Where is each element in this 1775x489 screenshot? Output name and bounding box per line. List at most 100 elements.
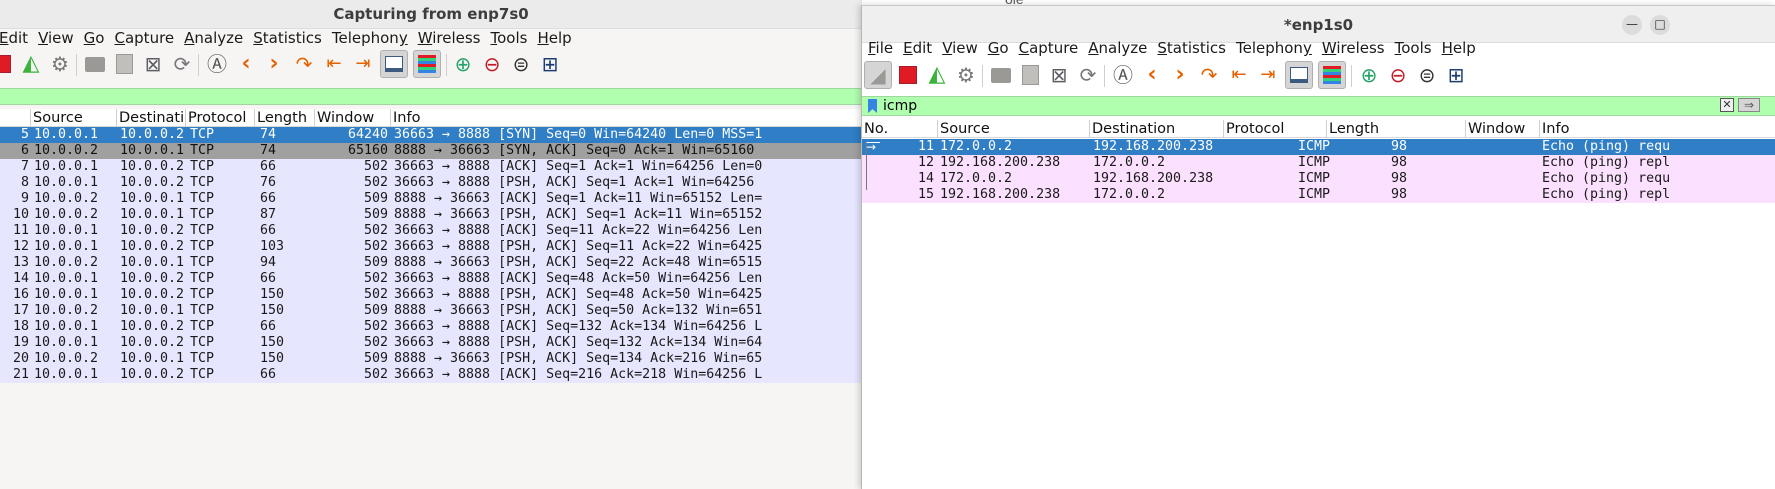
auto-scroll-toggle[interactable] <box>380 50 408 78</box>
first-packet-button[interactable]: ⇤ <box>322 52 346 76</box>
column-header-no[interactable]: No. <box>862 120 938 138</box>
packet-row[interactable]: 12 10.0.0.1 10.0.0.2 TCP 103 502 36663 → 8888 … <box>0 239 862 255</box>
go-forward-button[interactable]: › <box>262 52 286 76</box>
packet-row[interactable]: 16 10.0.0.1 10.0.0.2 TCP 150 502 36663 → 8888 … <box>0 287 862 303</box>
display-filter-input[interactable] <box>883 97 1623 115</box>
column-header-window[interactable]: Window <box>1466 120 1540 138</box>
maximize-button[interactable]: □ <box>1650 15 1670 35</box>
reload-file-button[interactable]: ⟳ <box>1076 63 1100 87</box>
menu-item[interactable]: Capture <box>114 29 184 48</box>
go-to-packet-button[interactable]: ↷ <box>1197 63 1221 87</box>
reload-file-button[interactable]: ⟳ <box>170 52 194 76</box>
packet-row[interactable]: 17 10.0.0.2 10.0.0.1 TCP 150 509 8888 → 36663 … <box>0 303 862 319</box>
menu-item[interactable]: Tools <box>490 29 537 48</box>
last-packet-button[interactable]: ⇥ <box>1256 63 1280 87</box>
colorize-toggle[interactable] <box>1318 61 1346 89</box>
packet-row[interactable]: 15 192.168.200.238 172.0.0.2 ICMP 98 Echo (pi… <box>862 187 1775 203</box>
menu-item[interactable]: Analyze <box>184 29 253 48</box>
go-back-button[interactable]: ‹ <box>1140 63 1164 87</box>
save-file-button[interactable] <box>1018 63 1042 87</box>
menu-item[interactable]: Telephony <box>1236 39 1322 58</box>
zoom-in-button[interactable]: ⊕ <box>1357 63 1381 87</box>
go-forward-button[interactable]: › <box>1168 63 1192 87</box>
menu-item[interactable]: Help <box>537 29 581 48</box>
column-header-no[interactable] <box>0 109 31 127</box>
menu-item[interactable]: Edit <box>903 39 942 58</box>
menu-item[interactable]: Go <box>988 39 1019 58</box>
packet-row[interactable]: 12 192.168.200.238 172.0.0.2 ICMP 98 Echo (pi… <box>862 155 1775 171</box>
auto-scroll-toggle[interactable] <box>1285 61 1313 89</box>
column-header-length[interactable]: Length <box>1327 120 1466 138</box>
column-header-destination[interactable]: Destination <box>117 109 186 127</box>
bookmark-icon[interactable] <box>868 99 877 113</box>
packet-row[interactable]: 10 10.0.0.2 10.0.0.1 TCP 87 509 8888 → 36663 [… <box>0 207 862 223</box>
restart-capture-button[interactable]: ◭ <box>19 52 43 76</box>
packet-row[interactable]: 18 10.0.0.1 10.0.0.2 TCP 66 502 36663 → 8888 [… <box>0 319 862 335</box>
column-header-info[interactable]: Info <box>391 109 862 127</box>
resize-columns-button[interactable]: ⊞ <box>1444 63 1468 87</box>
menu-item[interactable]: Tools <box>1395 39 1442 58</box>
close-file-button[interactable]: ⊠ <box>1047 63 1071 87</box>
capture-options-button[interactable]: ⚙ <box>48 52 72 76</box>
menu-item[interactable]: Go <box>84 29 115 48</box>
go-to-packet-button[interactable]: ↷ <box>292 52 316 76</box>
packet-row[interactable]: 7 10.0.0.1 10.0.0.2 TCP 66 502 36663 → 8888 [A… <box>0 159 862 175</box>
packet-row[interactable]: 8 10.0.0.1 10.0.0.2 TCP 76 502 36663 → 8888 [P… <box>0 175 862 191</box>
column-header-source[interactable]: Source <box>938 120 1090 138</box>
normal-size-button[interactable]: ⊜ <box>509 52 533 76</box>
zoom-out-button[interactable]: ⊖ <box>1386 63 1410 87</box>
find-packet-button[interactable]: Ⓐ <box>205 52 229 76</box>
resize-columns-button[interactable]: ⊞ <box>538 52 562 76</box>
column-header-info[interactable]: Info <box>1540 120 1775 138</box>
menu-item[interactable]: Statistics <box>1157 39 1236 58</box>
stop-capture-button[interactable] <box>896 63 920 87</box>
go-back-button[interactable]: ‹ <box>234 52 258 76</box>
packet-row[interactable]: 14 172.0.0.2 192.168.200.238 ICMP 98 Echo (pi… <box>862 171 1775 187</box>
close-file-button[interactable]: ⊠ <box>141 52 165 76</box>
open-file-button[interactable] <box>83 52 107 76</box>
packet-row[interactable]: 19 10.0.0.1 10.0.0.2 TCP 150 502 36663 → 8888 … <box>0 335 862 351</box>
menu-item[interactable]: Edit <box>0 29 38 48</box>
menu-item[interactable]: Statistics <box>253 29 332 48</box>
menu-item[interactable]: Wireless <box>418 29 491 48</box>
packet-row[interactable]: 6 10.0.0.2 10.0.0.1 TCP 74 65160 8888 → 36663 … <box>0 143 862 159</box>
clear-filter-button[interactable]: ✕ <box>1720 98 1734 112</box>
menu-item[interactable]: View <box>38 29 84 48</box>
menu-item[interactable]: View <box>942 39 988 58</box>
open-file-button[interactable] <box>989 63 1013 87</box>
menu-item[interactable]: Analyze <box>1088 39 1157 58</box>
last-packet-button[interactable]: ⇥ <box>351 52 375 76</box>
packet-row[interactable]: 20 10.0.0.2 10.0.0.1 TCP 150 509 8888 → 36663 … <box>0 351 862 367</box>
stop-capture-button[interactable] <box>0 52 14 76</box>
restart-capture-button[interactable]: ◭ <box>925 63 949 87</box>
packet-row[interactable]: 14 10.0.0.1 10.0.0.2 TCP 66 502 36663 → 8888 [… <box>0 271 862 287</box>
zoom-out-button[interactable]: ⊖ <box>480 52 504 76</box>
colorize-toggle[interactable] <box>413 50 441 78</box>
start-capture-button[interactable]: ◢ <box>864 61 892 89</box>
apply-filter-button[interactable]: ⇒ <box>1738 98 1760 112</box>
column-header-length[interactable]: Length <box>255 109 315 127</box>
packet-row[interactable]: 5 10.0.0.1 10.0.0.2 TCP 74 64240 36663 → 8888 … <box>0 127 862 143</box>
packet-row[interactable]: 11 172.0.0.2 192.168.200.238 ICMP 98 Echo (pi… <box>862 139 1775 155</box>
column-header-protocol[interactable]: Protocol <box>186 109 255 127</box>
packet-row[interactable]: 11 10.0.0.1 10.0.0.2 TCP 66 502 36663 → 8888 [… <box>0 223 862 239</box>
column-header-destination[interactable]: Destination <box>1090 120 1224 138</box>
menu-item[interactable]: Help <box>1442 39 1486 58</box>
first-packet-button[interactable]: ⇤ <box>1227 63 1251 87</box>
packet-row[interactable]: 13 10.0.0.2 10.0.0.1 TCP 94 509 8888 → 36663 [… <box>0 255 862 271</box>
packet-row[interactable]: 9 10.0.0.2 10.0.0.1 TCP 66 509 8888 → 36663 [A… <box>0 191 862 207</box>
save-file-button[interactable] <box>112 52 136 76</box>
menu-item[interactable]: Capture <box>1019 39 1089 58</box>
capture-options-button[interactable]: ⚙ <box>954 63 978 87</box>
menu-item[interactable]: Telephony <box>332 29 418 48</box>
menu-item[interactable]: File <box>868 39 903 58</box>
column-header-protocol[interactable]: Protocol <box>1224 120 1327 138</box>
packet-row[interactable]: 21 10.0.0.1 10.0.0.2 TCP 66 502 36663 → 8888 [… <box>0 367 862 383</box>
display-filter-bar[interactable] <box>0 88 862 105</box>
menu-item[interactable]: Wireless <box>1322 39 1395 58</box>
column-header-source[interactable]: Source <box>31 109 117 127</box>
column-header-window[interactable]: Window <box>315 109 391 127</box>
find-packet-button[interactable]: Ⓐ <box>1111 63 1135 87</box>
minimize-button[interactable]: — <box>1622 15 1642 35</box>
normal-size-button[interactable]: ⊜ <box>1415 63 1439 87</box>
